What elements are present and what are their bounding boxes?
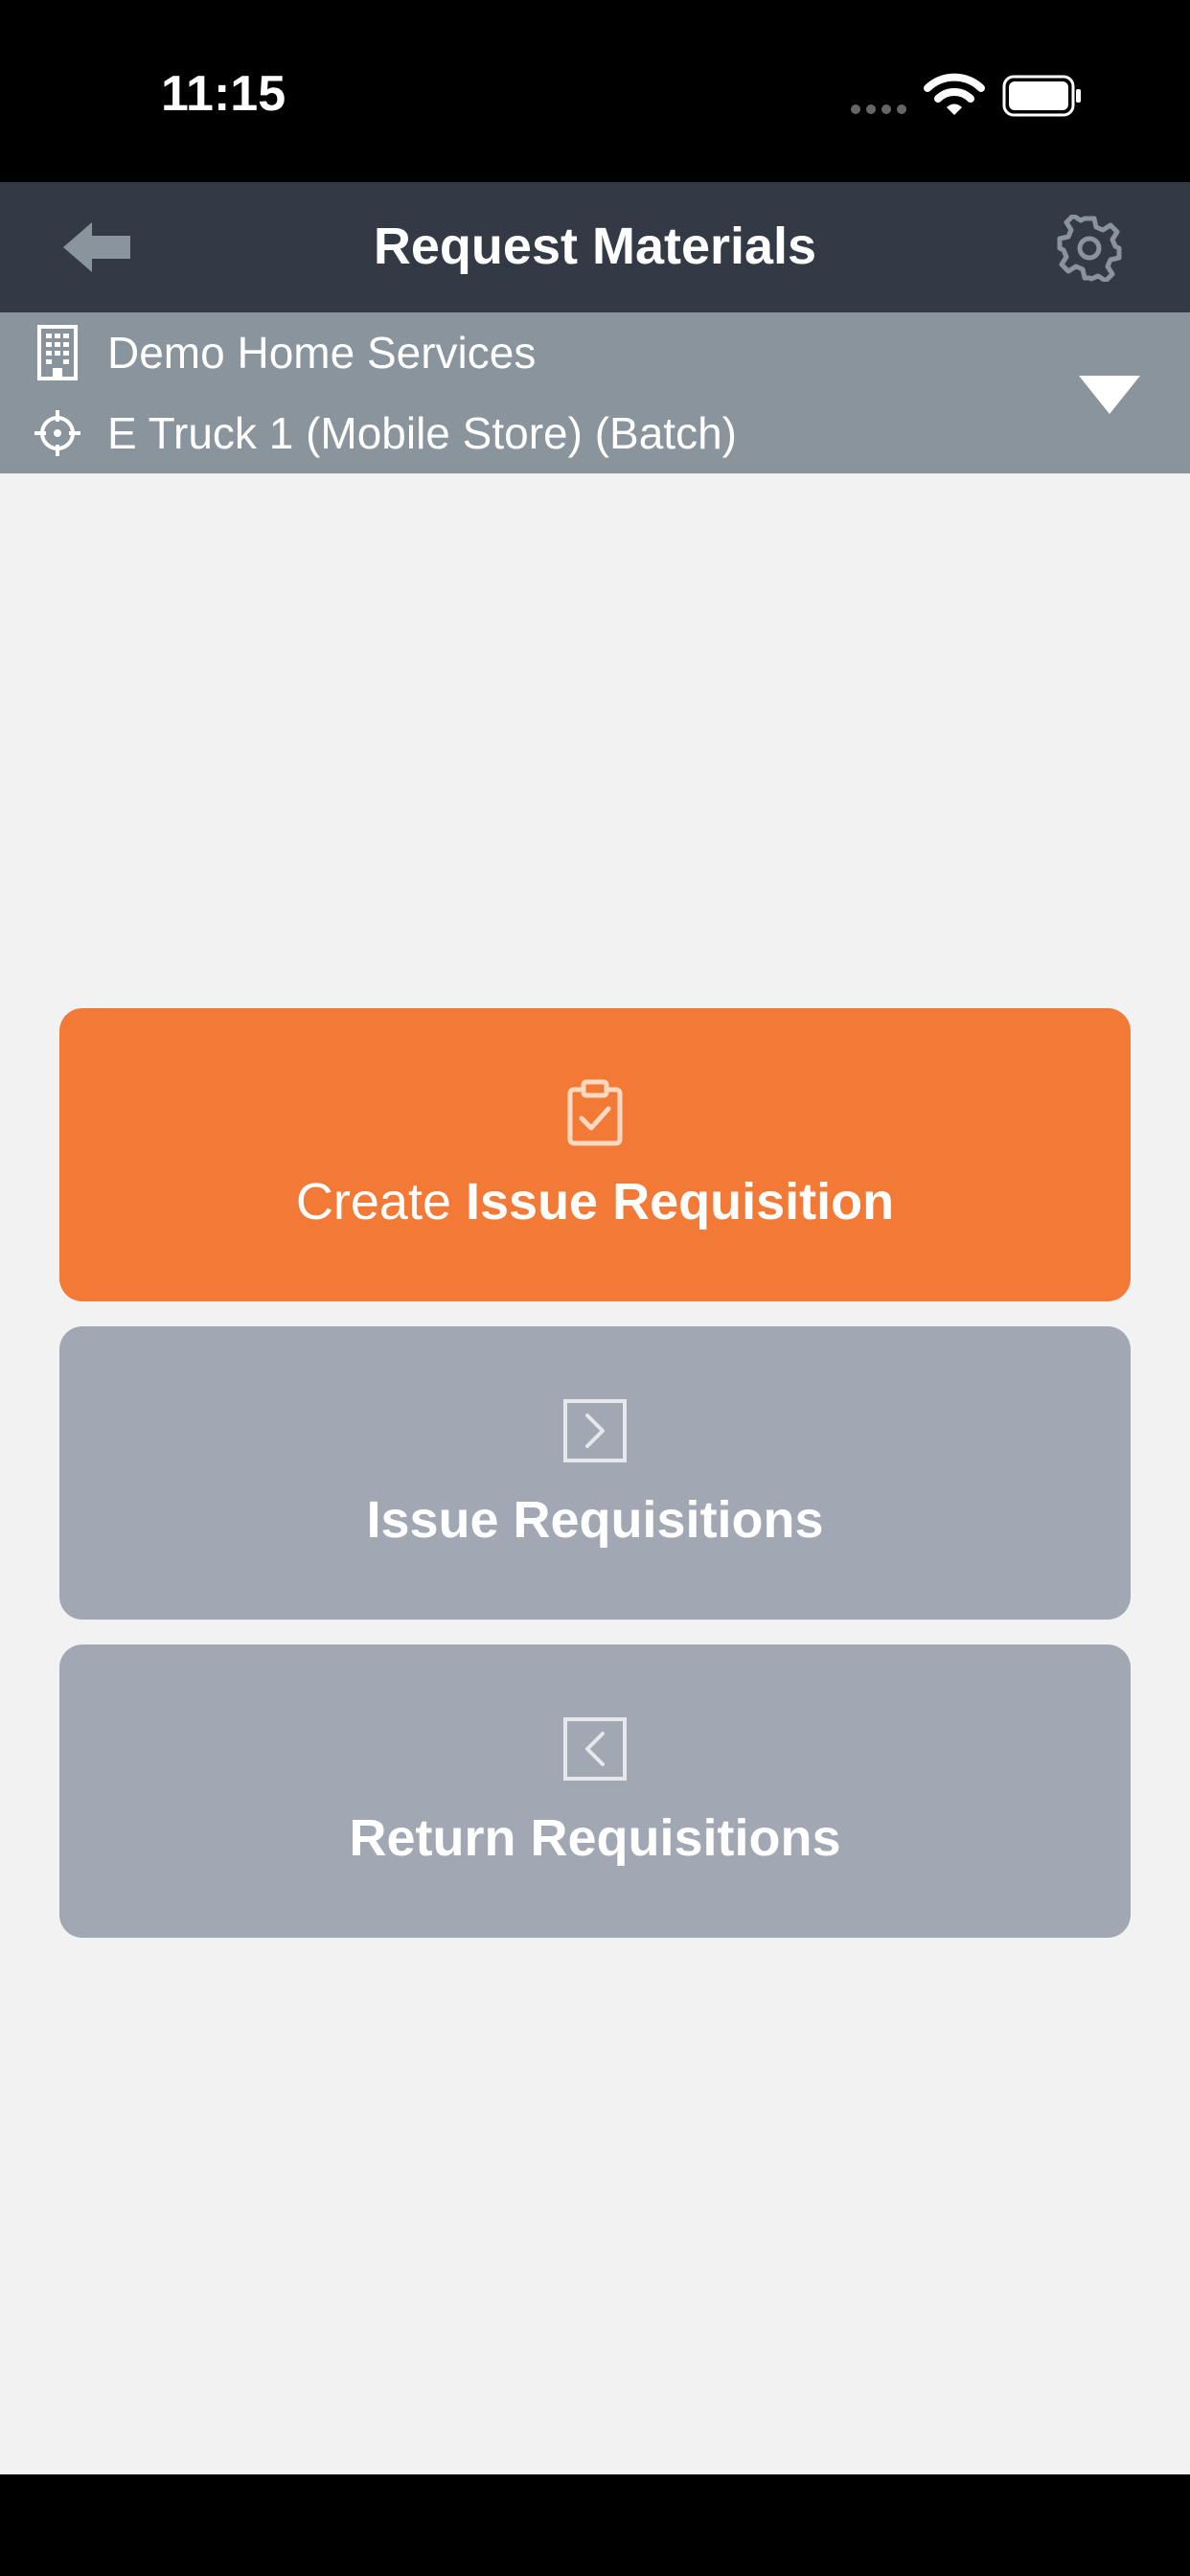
status-bar: 11:15: [0, 0, 1190, 182]
gear-icon[interactable]: [1056, 215, 1123, 282]
crosshair-icon: [31, 402, 84, 464]
wifi-icon: [924, 73, 985, 115]
store-name: E Truck 1 (Mobile Store) (Batch): [107, 408, 737, 458]
nav-bar: Request Materials: [0, 182, 1190, 312]
company-name: Demo Home Services: [107, 328, 537, 378]
home-indicator-bar: [0, 2474, 1190, 2576]
triangle-down-icon[interactable]: [1079, 376, 1140, 414]
chevron-right-box-icon: [563, 1399, 627, 1462]
issue-requisitions-label: Issue Requisitions: [366, 1491, 824, 1549]
return-requisitions-label: Return Requisitions: [349, 1809, 841, 1867]
status-time: 11:15: [161, 66, 286, 122]
issue-requisitions-button[interactable]: Issue Requisitions: [59, 1326, 1131, 1620]
back-button[interactable]: [59, 218, 136, 276]
location-selector[interactable]: Demo Home Services E Truck 1 (Mobile Sto…: [0, 312, 1190, 473]
create-label-bold: Issue Requisition: [466, 1173, 895, 1230]
battery-icon: [1002, 75, 1081, 117]
page-title: Request Materials: [373, 218, 817, 275]
create-label-prefix: Create: [295, 1173, 466, 1230]
create-issue-requisition-button[interactable]: Create Issue Requisition: [59, 1008, 1131, 1301]
building-icon: [31, 322, 84, 383]
return-requisitions-button[interactable]: Return Requisitions: [59, 1644, 1131, 1938]
company-row: Demo Home Services: [31, 322, 536, 383]
chevron-left-box-icon: [563, 1717, 627, 1781]
clipboard-check-icon: [567, 1079, 623, 1146]
cellular-icon: [851, 102, 912, 119]
create-issue-requisition-label: Create Issue Requisition: [296, 1172, 894, 1231]
store-row: E Truck 1 (Mobile Store) (Batch): [31, 402, 737, 464]
